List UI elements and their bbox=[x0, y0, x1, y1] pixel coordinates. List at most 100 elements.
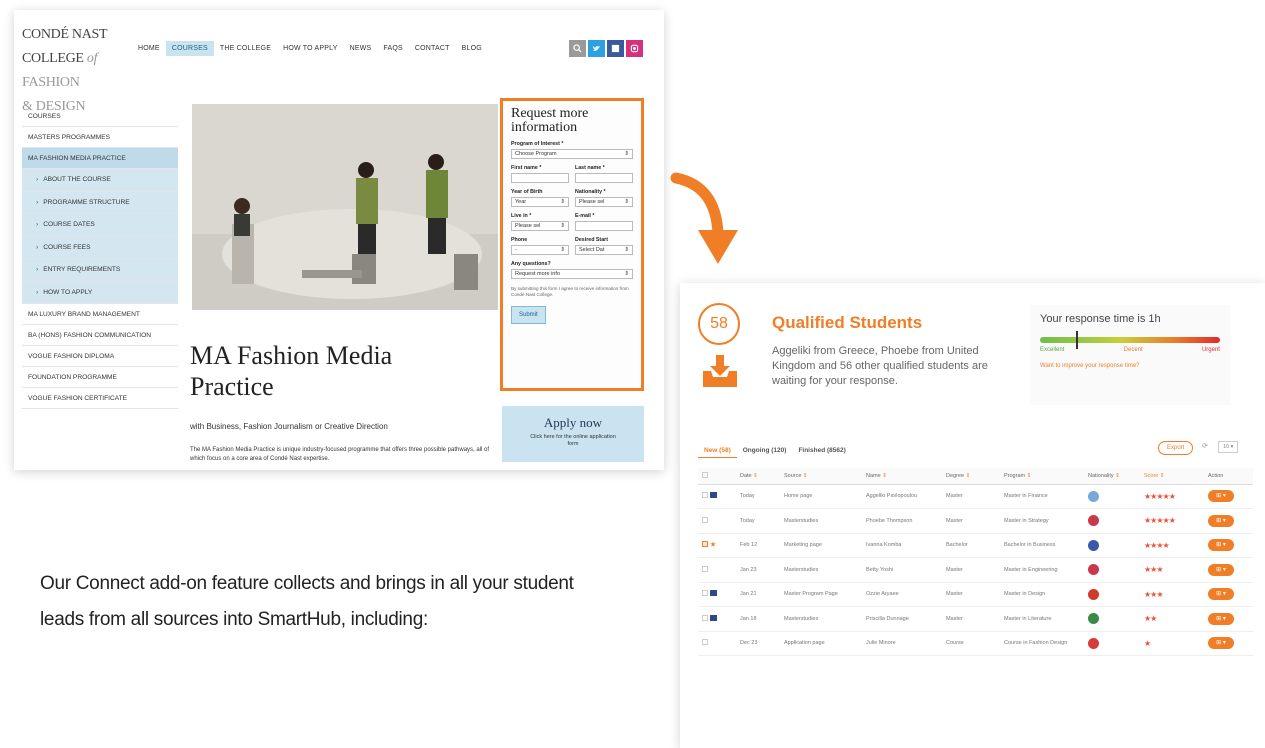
search-icon[interactable] bbox=[569, 40, 586, 57]
email-field[interactable] bbox=[575, 221, 633, 231]
improve-response-link[interactable]: Want to improve your response time? bbox=[1040, 363, 1220, 369]
sidebar-item-entry[interactable]: ENTRY REQUIREMENTS bbox=[22, 259, 178, 282]
sidebar-item-courses[interactable]: COURSES bbox=[22, 106, 178, 127]
row-select-cell[interactable] bbox=[698, 508, 740, 534]
country-flag-icon bbox=[1088, 564, 1099, 576]
col-name[interactable]: Name ⇕ bbox=[866, 468, 946, 485]
cell-name[interactable]: Priscilla Dunnage bbox=[866, 606, 946, 632]
last-name-label: Last name * bbox=[575, 165, 605, 171]
nav-the-college[interactable]: THE COLLEGE bbox=[214, 41, 277, 56]
table-row[interactable]: Jan 23 Masterstudies Betty Yoshi Master Mast… bbox=[698, 557, 1253, 583]
row-checkbox[interactable] bbox=[702, 492, 708, 499]
col-source[interactable]: Source ⇕ bbox=[784, 468, 866, 485]
apply-now-button[interactable]: Apply now Click here for the online appl… bbox=[502, 406, 644, 462]
table-row[interactable]: Today Masterstudies Phoebe Thompson Master M… bbox=[698, 508, 1253, 534]
instagram-icon[interactable] bbox=[626, 40, 643, 57]
cell-name[interactable]: Julie Minore bbox=[866, 631, 946, 656]
nav-contact[interactable]: CONTACT bbox=[409, 41, 456, 56]
row-action-button[interactable]: ⊞ ▾ bbox=[1208, 588, 1234, 601]
nav-how-to-apply[interactable]: HOW TO APPLY bbox=[277, 41, 344, 56]
cell-degree: Bachelor bbox=[946, 533, 1004, 558]
row-action-button[interactable]: ⊞ ▾ bbox=[1208, 563, 1234, 576]
table-row[interactable]: Feb 12 Marketing page Ivanna Komba Bachelor… bbox=[698, 533, 1253, 558]
program-select[interactable]: Choose Program ⇕ bbox=[511, 149, 633, 159]
cell-program: Master in Engineering bbox=[1004, 557, 1088, 583]
sidebar-item-ba-hons[interactable]: BA (HONS) FASHION COMMUNICATION bbox=[22, 325, 178, 346]
sidebar-item-fees[interactable]: COURSE FEES bbox=[22, 236, 178, 259]
tab-new[interactable]: New (58) bbox=[698, 444, 737, 458]
row-select-cell[interactable] bbox=[698, 582, 740, 607]
tab-ongoing[interactable]: Ongoing (120) bbox=[737, 444, 793, 458]
row-select-cell[interactable] bbox=[698, 631, 740, 656]
row-checkbox[interactable] bbox=[702, 614, 708, 621]
select-all-checkbox[interactable] bbox=[702, 471, 708, 478]
table-row[interactable]: Jan 21 Master Program Page Ozzie Aryaee Mas… bbox=[698, 582, 1253, 607]
row-action-button[interactable]: ⊞ ▾ bbox=[1208, 612, 1234, 625]
questions-select[interactable]: Request more info ⇕ bbox=[511, 269, 633, 279]
row-action-button[interactable]: ⊞ ▾ bbox=[1208, 637, 1234, 650]
sidebar-item-foundation[interactable]: FOUNDATION PROGRAMME bbox=[22, 367, 178, 388]
nav-faqs[interactable]: FAQS bbox=[377, 41, 408, 56]
cell-name[interactable]: Ozzie Aryaee bbox=[866, 582, 946, 607]
sidebar-item-ma-fashion-media[interactable]: MA FASHION MEDIA PRACTICE bbox=[22, 148, 178, 169]
row-checkbox[interactable] bbox=[702, 516, 708, 523]
row-checkbox[interactable] bbox=[702, 565, 708, 572]
response-time-marker bbox=[1076, 331, 1078, 349]
nav-blog[interactable]: BLOG bbox=[456, 41, 488, 56]
row-action-button[interactable]: ⊞ ▾ bbox=[1208, 539, 1234, 552]
twitter-icon[interactable] bbox=[588, 40, 605, 57]
cell-date: Jan 18 bbox=[740, 606, 784, 632]
tab-finished[interactable]: Finished (8562) bbox=[792, 444, 851, 458]
first-name-field[interactable] bbox=[511, 173, 569, 183]
sidebar-item-about[interactable]: ABOUT THE COURSE bbox=[22, 169, 178, 192]
phone-select[interactable]: - ⇕ bbox=[511, 245, 569, 255]
last-name-field[interactable] bbox=[575, 173, 633, 183]
country-flag-icon bbox=[1088, 515, 1099, 527]
submit-button[interactable]: Submit bbox=[511, 306, 546, 324]
row-select-cell[interactable] bbox=[698, 533, 740, 558]
row-action-button[interactable]: ⊞ ▾ bbox=[1208, 514, 1234, 527]
cell-name[interactable]: Betty Yoshi bbox=[866, 557, 946, 583]
refresh-icon[interactable]: ⟳ bbox=[1202, 442, 1208, 450]
sidebar-item-vogue-diploma[interactable]: VOGUE FASHION DIPLOMA bbox=[22, 346, 178, 367]
row-select-cell[interactable] bbox=[698, 606, 740, 632]
cell-nationality bbox=[1088, 508, 1144, 534]
table-row[interactable]: Jan 18 Masterstudies Priscilla Dunnage Mast… bbox=[698, 606, 1253, 632]
nav-news[interactable]: NEWS bbox=[344, 41, 378, 56]
hub-description: Aggeliki from Greece, Phoebe from United… bbox=[772, 345, 988, 387]
table-row[interactable]: Today Home page Aggeliki Pavlopoulou Master… bbox=[698, 484, 1253, 509]
nav-home[interactable]: HOME bbox=[132, 41, 166, 56]
per-page-select[interactable]: 10 ▾ bbox=[1218, 441, 1239, 453]
row-checkbox[interactable] bbox=[702, 541, 708, 548]
sidebar-item-luxury[interactable]: MA LUXURY BRAND MANAGEMENT bbox=[22, 304, 178, 325]
live-in-select[interactable]: Please sel ⇕ bbox=[511, 221, 569, 231]
row-action-button[interactable]: ⊞ ▾ bbox=[1208, 490, 1234, 503]
year-select[interactable]: Year ⇕ bbox=[511, 197, 569, 207]
col-date[interactable]: Date ⇕ bbox=[740, 468, 784, 485]
col-nationality[interactable]: Nationality ⇕ bbox=[1088, 468, 1144, 485]
cell-score: ★★★★★ bbox=[1144, 508, 1208, 534]
col-score[interactable]: Score ⇕ bbox=[1144, 468, 1208, 485]
table-row[interactable]: Dec 23 Application page Julie Minore Course… bbox=[698, 631, 1253, 656]
cell-name[interactable]: Aggeliki Pavlopoulou bbox=[866, 484, 946, 509]
facebook-icon[interactable] bbox=[607, 40, 624, 57]
col-program[interactable]: Program ⇕ bbox=[1004, 468, 1088, 485]
col-degree[interactable]: Degree ⇕ bbox=[946, 468, 1004, 485]
sidebar-item-masters[interactable]: MASTERS PROGRAMMES bbox=[22, 127, 178, 148]
sidebar-item-dates[interactable]: COURSE DATES bbox=[22, 214, 178, 237]
row-select-cell[interactable] bbox=[698, 484, 740, 509]
sidebar-item-how-to-apply[interactable]: HOW TO APPLY bbox=[22, 281, 178, 304]
sidebar-item-vogue-certificate[interactable]: VOGUE FASHION CERTIFICATE bbox=[22, 388, 178, 409]
col-score-label: Score bbox=[1144, 472, 1159, 479]
sidebar-item-structure[interactable]: PROGRAMME STRUCTURE bbox=[22, 191, 178, 214]
start-select[interactable]: Select Dat ⇕ bbox=[575, 245, 633, 255]
nav-courses[interactable]: COURSES bbox=[165, 41, 214, 56]
cell-name[interactable]: Ivanna Komba bbox=[866, 533, 946, 558]
select-all-header[interactable] bbox=[698, 468, 740, 485]
cell-name[interactable]: Phoebe Thompson bbox=[866, 508, 946, 534]
export-button[interactable]: Export bbox=[1158, 441, 1194, 455]
row-checkbox[interactable] bbox=[702, 639, 708, 646]
nationality-select[interactable]: Please sel ⇕ bbox=[575, 197, 633, 207]
row-select-cell[interactable] bbox=[698, 557, 740, 583]
row-checkbox[interactable] bbox=[702, 590, 708, 597]
